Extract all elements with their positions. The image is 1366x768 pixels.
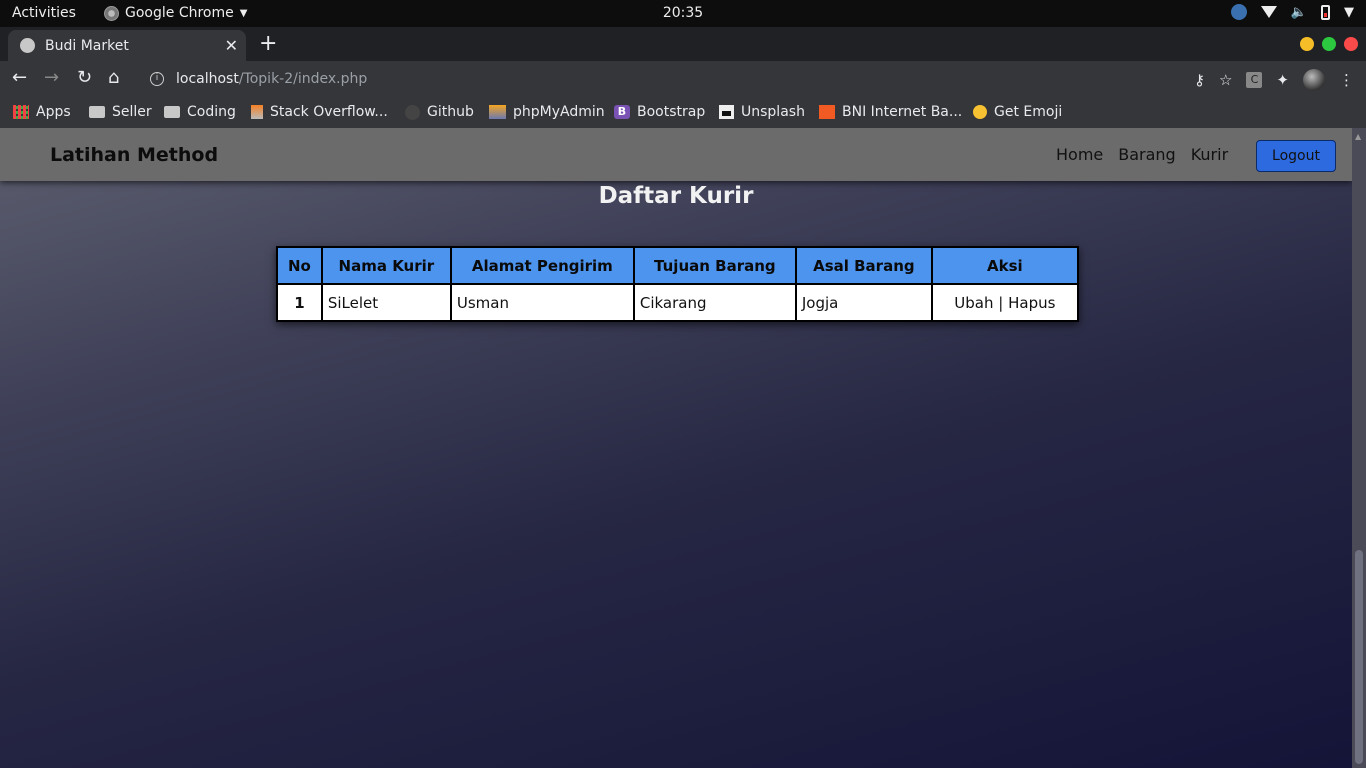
apps-grid-icon [13,105,29,119]
extension-c-icon[interactable]: C [1246,72,1263,88]
header-tujuan-barang: Tujuan Barang [632,246,797,285]
cell-aksi: Ubah | Hapus [930,283,1079,322]
header-aksi: Aksi [930,246,1079,285]
toolbar-actions: ⚷ ☆ C ✦ ⋮ [1194,69,1354,91]
bookmark-unsplash[interactable]: Unsplash [719,104,805,120]
bookmark-stackoverflow[interactable]: Stack Overflow... [251,104,388,120]
folder-icon [89,106,105,118]
page-viewport: Latihan Method Home Barang Kurir Logout … [0,128,1366,768]
cell-alamat-pengirim: Usman [449,283,635,322]
reload-icon[interactable]: ↻ [77,67,92,88]
bookmark-label: Unsplash [741,104,805,120]
home-icon[interactable]: ⌂ [108,67,119,88]
logout-button[interactable]: Logout [1256,140,1336,172]
info-icon[interactable]: i [150,72,164,86]
address-bar[interactable]: i localhost/Topik-2/index.php [140,64,1230,94]
bookmark-label: Github [427,104,474,120]
phpmyadmin-icon [489,105,506,119]
page-scrollbar[interactable]: ▲ [1352,128,1366,768]
bookmark-label: BNI Internet Ba... [842,104,963,120]
ubah-link[interactable]: Ubah [954,294,993,312]
header-nama-kurir: Nama Kurir [320,246,452,285]
bookmarks-bar: Apps Seller Coding Stack Overflow... Git… [0,97,1366,128]
power-menu-icon[interactable]: ▼ [1344,5,1354,20]
bookmark-label: Apps [36,104,71,120]
bookmark-apps[interactable]: Apps [13,104,71,120]
browser-tab[interactable]: Budi Market ✕ [8,30,246,61]
header-asal-barang: Asal Barang [794,246,933,285]
tab-strip: Budi Market ✕ + [0,27,1366,61]
back-icon[interactable]: ← [12,67,27,88]
url-host: localhost [176,71,239,87]
globe-icon [20,38,35,53]
volume-icon: 🔈 [1290,4,1307,20]
bookmark-github[interactable]: Github [405,104,474,120]
nav-kurir[interactable]: Kurir [1191,145,1228,164]
unsplash-icon [719,105,734,119]
cell-asal-barang: Jogja [794,283,933,322]
cell-nama-kurir: SiLelet [320,283,452,322]
bookmark-label: Bootstrap [637,104,706,120]
nav-barang[interactable]: Barang [1118,145,1175,164]
bookmark-label: Stack Overflow... [270,104,388,120]
cell-tujuan-barang: Cikarang [632,283,797,322]
url-path: /Topik-2/index.php [238,71,368,87]
battery-icon [1321,4,1330,20]
github-icon [405,104,420,120]
globe-icon[interactable] [1230,4,1247,20]
bookmark-phpmyadmin[interactable]: phpMyAdmin [489,104,605,120]
star-icon[interactable]: ☆ [1219,71,1232,89]
header-alamat-pengirim: Alamat Pengirim [449,246,635,285]
browser-toolbar: ← → ↻ ⌂ i localhost/Topik-2/index.php ⚷ … [0,61,1366,97]
nav-links: Home Barang Kurir [1056,145,1228,164]
bookmark-get-emoji[interactable]: Get Emoji [973,104,1062,120]
key-icon[interactable]: ⚷ [1194,71,1205,89]
bootstrap-icon: B [614,105,630,119]
nav-home[interactable]: Home [1056,145,1103,164]
system-top-bar: Activities Google Chrome ▼ 20:35 🔈 ▼ [0,0,1366,27]
site-navbar: Latihan Method Home Barang Kurir Logout [0,128,1352,181]
bookmark-bni[interactable]: BNI Internet Ba... [819,104,962,120]
bookmark-label: Seller [112,104,152,120]
hapus-link[interactable]: Hapus [1008,294,1055,312]
kurir-table: No Nama Kurir Alamat Pengirim Tujuan Bar… [276,246,1079,322]
close-window-button[interactable] [1344,37,1358,51]
tab-title: Budi Market [45,37,129,54]
minimize-button[interactable] [1300,37,1314,51]
scroll-up-icon[interactable]: ▲ [1355,132,1361,141]
stackoverflow-icon [251,105,263,119]
page-title: Daftar Kurir [598,183,754,209]
bni-icon [819,105,835,119]
scrollbar-thumb[interactable] [1355,550,1363,764]
forward-icon[interactable]: → [44,67,59,88]
system-tray[interactable]: 🔈 ▼ [1230,4,1354,20]
bookmark-bootstrap[interactable]: B Bootstrap [614,104,705,120]
kebab-menu-icon[interactable]: ⋮ [1339,71,1354,89]
cell-no: 1 [276,283,323,322]
header-no: No [276,246,323,285]
puzzle-icon[interactable]: ✦ [1276,71,1289,89]
action-separator: | [993,293,1009,312]
window-controls [1300,37,1358,51]
bookmark-label: phpMyAdmin [513,104,605,120]
avatar[interactable] [1303,69,1325,91]
new-tab-icon[interactable]: + [259,31,277,56]
bookmark-label: Get Emoji [994,104,1063,120]
bookmark-label: Coding [187,104,236,120]
clock[interactable]: 20:35 [0,5,1366,21]
table-row: 1 SiLelet Usman Cikarang Jogja Ubah | Ha… [276,283,1079,322]
bookmark-seller[interactable]: Seller [89,104,152,120]
site-brand[interactable]: Latihan Method [50,144,218,166]
emoji-icon [973,105,987,119]
folder-icon [164,106,180,118]
close-icon[interactable]: ✕ [225,36,238,55]
maximize-button[interactable] [1322,37,1336,51]
table-header-row: No Nama Kurir Alamat Pengirim Tujuan Bar… [276,246,1079,285]
bookmark-coding[interactable]: Coding [164,104,236,120]
wifi-icon [1260,6,1277,18]
